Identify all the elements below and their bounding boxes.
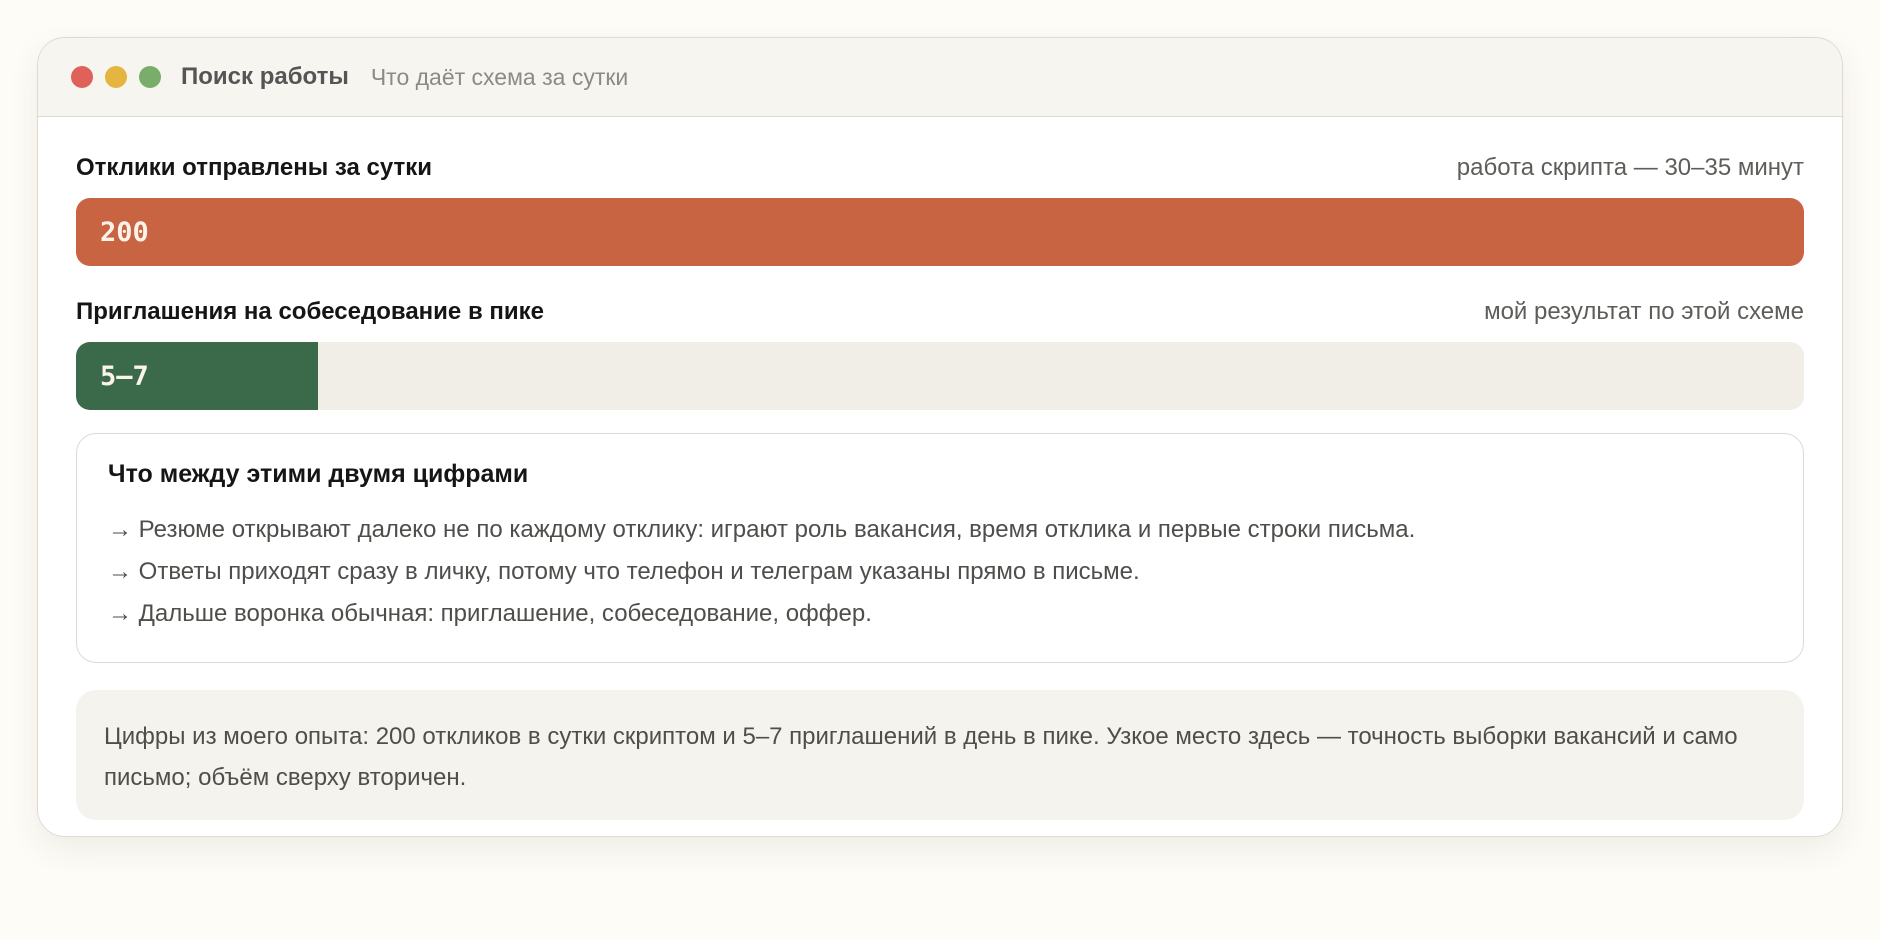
metric-value: 200 — [100, 216, 149, 248]
window-title: Поиск работы — [181, 63, 349, 90]
window-subtitle: Что даёт схема за сутки — [370, 63, 629, 90]
progress-bar: 200 — [76, 198, 1804, 266]
minimize-window-button[interactable] — [105, 66, 127, 88]
footer-note: Цифры из моего опыта: 200 откликов в сут… — [76, 690, 1804, 820]
progress-bar-fill: 5–7 — [76, 342, 318, 410]
app-window: Поиск работы Что даёт схема за сутки Отк… — [37, 37, 1843, 837]
explanation-item: → Ответы приходят сразу в личку, потому … — [108, 558, 1140, 585]
metric-header: Приглашения на собеседование в пике мой … — [76, 298, 1804, 328]
main-content: Отклики отправлены за сутки работа скрип… — [38, 117, 1842, 820]
zoom-window-button[interactable] — [139, 66, 161, 88]
progress-bar-fill: 200 — [76, 198, 1804, 266]
explanation-card: Что между этими двумя цифрами → Резюме о… — [76, 433, 1804, 663]
metric-value: 5–7 — [100, 360, 149, 392]
metric-note: работа скрипта — 30–35 минут — [1456, 154, 1804, 181]
metric-invitations: Приглашения на собеседование в пике мой … — [76, 298, 1804, 410]
progress-bar: 5–7 — [76, 342, 1804, 410]
metric-responses: Отклики отправлены за сутки работа скрип… — [76, 154, 1804, 266]
explanation-title: Что между этими двумя цифрами — [108, 460, 529, 488]
metric-header: Отклики отправлены за сутки работа скрип… — [76, 154, 1804, 184]
explanation-item: → Дальше воронка обычная: приглашение, с… — [108, 600, 872, 627]
close-window-button[interactable] — [71, 66, 93, 88]
metric-label: Приглашения на собеседование в пике — [76, 298, 544, 325]
window-titlebar: Поиск работы Что даёт схема за сутки — [38, 38, 1842, 117]
explanation-item: → Резюме открывают далеко не по каждому … — [108, 516, 1416, 543]
metric-note: мой результат по этой схеме — [1484, 298, 1804, 325]
metric-label: Отклики отправлены за сутки — [76, 154, 432, 181]
